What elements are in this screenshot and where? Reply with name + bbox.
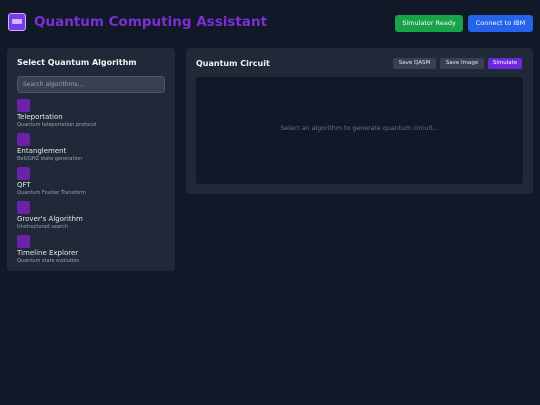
algorithm-item-grovers[interactable]: Grover's Algorithm Unstructured search <box>17 201 167 235</box>
connect-ibm-button[interactable]: Connect to IBM <box>468 15 533 32</box>
algorithm-item-entanglement[interactable]: Entanglement Bell/GHZ state generation <box>17 133 167 167</box>
circuit-panel-title: Quantum Circuit <box>196 59 270 68</box>
algorithm-item-teleportation[interactable]: Teleportation Quantum teleportation prot… <box>17 99 167 133</box>
algorithm-name: Entanglement <box>17 147 67 155</box>
simulator-status-button[interactable]: Simulator Ready <box>395 15 463 32</box>
save-qasm-button[interactable]: Save QASM <box>393 58 436 69</box>
circuit-panel: Quantum Circuit Save QASM Save Image Sim… <box>186 48 533 194</box>
simulate-button[interactable]: Simulate <box>488 58 522 69</box>
algorithm-panel-title: Select Quantum Algorithm <box>17 58 137 67</box>
algorithm-icon <box>17 201 30 214</box>
algorithm-item-timeline-explorer[interactable]: Timeline Explorer Quantum state evolutio… <box>17 235 167 269</box>
algorithm-search-input[interactable] <box>17 76 165 93</box>
algorithm-panel: Select Quantum Algorithm Teleportation Q… <box>7 48 175 271</box>
save-image-button[interactable]: Save Image <box>440 58 484 69</box>
algorithm-description: Unstructured search <box>17 224 68 230</box>
algorithm-description: Quantum Fourier Transform <box>17 190 86 196</box>
algorithm-list: Teleportation Quantum teleportation prot… <box>17 99 167 269</box>
app-header: Quantum Computing Assistant Simulator Re… <box>0 0 540 46</box>
algorithm-description: Quantum teleportation protocol <box>17 122 97 128</box>
algorithm-name: Teleportation <box>17 113 63 121</box>
app-title: Quantum Computing Assistant <box>34 14 268 30</box>
algorithm-description: Quantum state evolution <box>17 258 80 264</box>
algorithm-icon <box>17 167 30 180</box>
algorithm-icon <box>17 99 30 112</box>
algorithm-description: Bell/GHZ state generation <box>17 156 83 162</box>
algorithm-icon <box>17 133 30 146</box>
algorithm-icon <box>17 235 30 248</box>
app-logo-icon <box>8 13 26 31</box>
algorithm-name: Timeline Explorer <box>17 249 79 257</box>
algorithm-name: Grover's Algorithm <box>17 215 83 223</box>
circuit-canvas[interactable]: Select an algorithm to generate quantum … <box>196 77 523 184</box>
circuit-placeholder-text: Select an algorithm to generate quantum … <box>280 125 439 132</box>
algorithm-item-qft[interactable]: QFT Quantum Fourier Transform <box>17 167 167 201</box>
algorithm-name: QFT <box>17 181 31 189</box>
